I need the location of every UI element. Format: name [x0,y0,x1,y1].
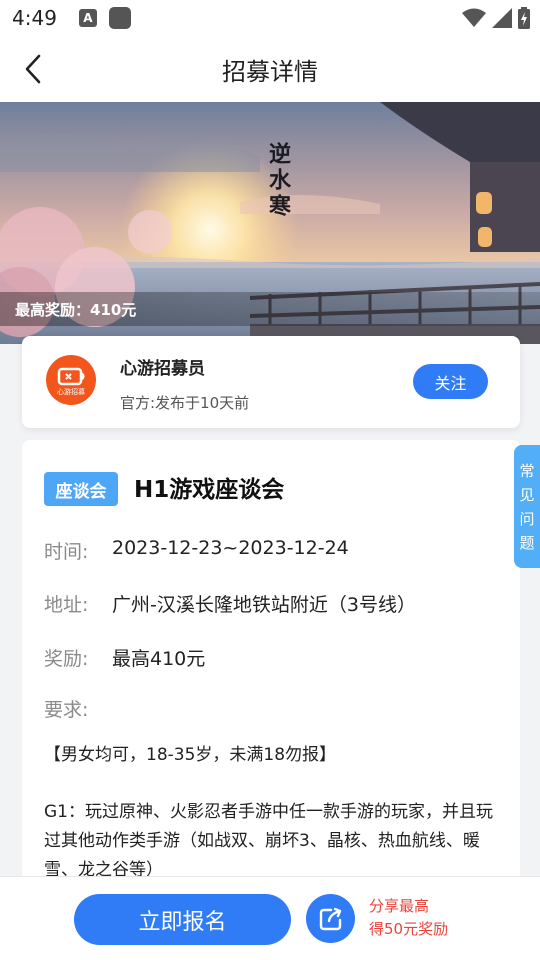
wifi-icon [462,8,486,27]
event-reward-row: 奖励: 最高410元 [44,644,205,671]
share-reward-line2: 得50元奖励 [369,920,449,938]
event-banner: 逆水寒 最高奖励：410元 [0,102,540,344]
back-button[interactable] [16,52,50,86]
bottom-action-bar: 立即报名 分享最高 得50元奖励 [0,876,540,960]
address-value: 广州-汉溪长隆地铁站附近（3号线） [112,594,416,616]
share-reward-line1: 分享最高 [369,897,430,915]
share-button[interactable] [306,894,355,943]
chevron-left-icon [25,54,41,84]
reward-label: 奖励: [44,648,89,670]
event-address-row: 地址: 广州-汉溪长隆地铁站附近（3号线） [44,590,416,617]
requirement-line: 【男女均可，18-35岁，未满18勿报】 [44,745,337,765]
status-time: 4:49 [12,6,57,30]
page-header: 招募详情 [0,36,540,102]
banner-reward-strip: 最高奖励：410元 [0,292,540,326]
publisher-logo-text: 心游招募 [57,387,85,396]
time-value: 2023-12-23~2023-12-24 [112,537,349,559]
address-label: 地址: [44,594,89,616]
requirement-paragraph: G1：玩过原神、火影忍者手游中任一款手游的玩家，并且玩过其他动作类手游（如战双、… [44,802,493,880]
faq-char: 题 [519,533,535,552]
app-square-icon [108,7,131,29]
event-title: H1游戏座谈会 [134,477,285,503]
signup-button[interactable]: 立即报名 [74,894,291,945]
banner-calligraphy: 逆水寒 [265,141,291,220]
reward-value: 最高410元 [112,648,206,670]
requirement-label: 要求: [44,699,89,721]
publisher-card: 心游招募 心游招募员 官方:发布于10天前 关注 [22,336,520,428]
page-title: 招募详情 [222,57,318,86]
faq-char: 见 [519,485,535,504]
faq-char: 常 [519,461,535,480]
banner-reward-text: 最高奖励：410元 [15,300,137,319]
follow-button[interactable]: 关注 [413,364,488,399]
status-bar: 4:49 A [0,0,540,36]
signal-icon [492,8,512,28]
publisher-meta: 官方:发布于10天前 [120,394,250,412]
publisher-avatar[interactable]: 心游招募 [46,355,96,405]
publisher-name: 心游招募员 [120,359,205,379]
faq-char: 问 [519,509,535,528]
event-details-card: 座谈会 H1游戏座谈会 时间: 2023-12-23~2023-12-24 地址… [22,440,520,880]
battery-icon [518,7,530,29]
faq-tab[interactable]: 常 见 问 题 [514,445,540,568]
share-icon [319,907,341,930]
notification-icon: A [78,9,97,27]
game-cup-icon: 心游招募 [57,367,85,396]
status-icons [462,7,530,29]
share-reward-text: 分享最高 得50元奖励 [369,895,448,941]
event-type-tag: 座谈会 [44,472,118,506]
event-time-row: 时间: 2023-12-23~2023-12-24 [44,537,349,564]
time-label: 时间: [44,541,89,563]
